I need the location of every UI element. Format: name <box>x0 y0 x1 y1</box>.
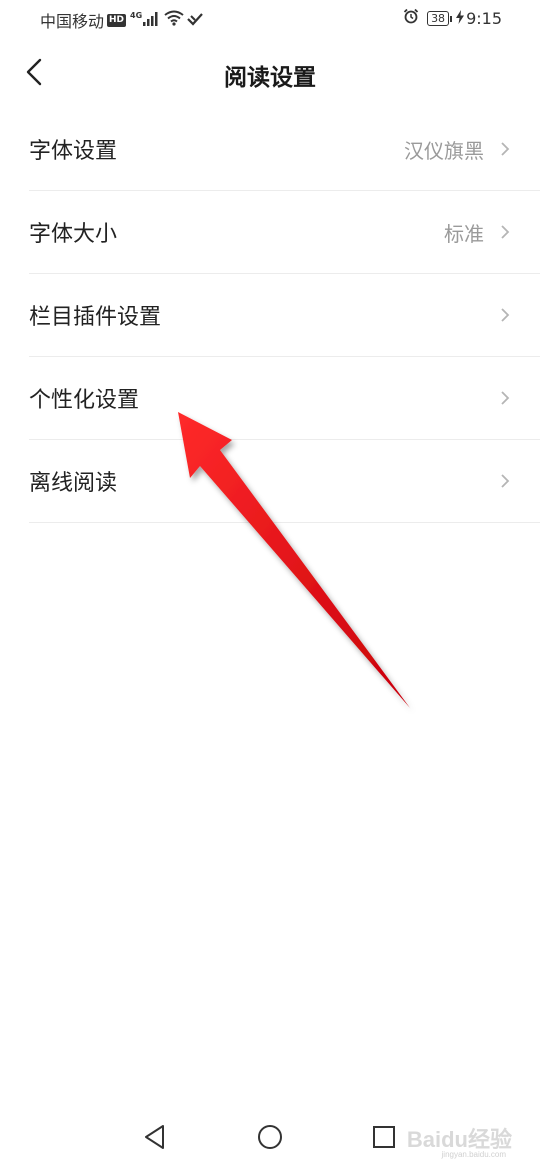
status-left: 中国移动 HD 4G <box>40 8 203 32</box>
carrier-name: 中国移动 <box>40 12 105 31</box>
hd-badge: HD <box>107 13 127 27</box>
settings-item-label: 离线阅读 <box>29 471 118 496</box>
settings-item-column-plugins[interactable]: 栏目插件设置 <box>29 274 540 357</box>
chevron-right-icon <box>498 224 512 240</box>
status-right: 38 9:15 <box>403 8 502 28</box>
charging-icon <box>456 9 465 28</box>
signal-icon <box>143 11 159 30</box>
alarm-icon <box>403 8 419 28</box>
settings-item-personalization[interactable]: 个性化设置 <box>29 357 540 440</box>
wifi-icon <box>164 10 184 30</box>
settings-item-offline-reading[interactable]: 离线阅读 <box>29 440 540 523</box>
nav-home-icon <box>256 1123 284 1155</box>
page-header: 阅读设置 <box>0 40 540 108</box>
nav-back-icon <box>143 1124 167 1154</box>
chevron-right-icon <box>498 473 512 489</box>
nav-recent-button[interactable] <box>369 1124 399 1154</box>
settings-item-font[interactable]: 字体设置 汉仪旗黑 <box>29 108 540 191</box>
settings-item-label: 字体大小 <box>29 222 118 247</box>
settings-item-font-size[interactable]: 字体大小 标准 <box>29 191 540 274</box>
chevron-right-icon <box>498 390 512 406</box>
nav-recent-icon <box>371 1124 397 1154</box>
settings-item-label: 栏目插件设置 <box>29 305 162 330</box>
watermark-url: jingyan.baidu.com <box>441 1150 506 1159</box>
network-type: 4G <box>130 10 143 20</box>
battery-indicator: 38 <box>427 10 453 26</box>
settings-item-label: 个性化设置 <box>29 388 140 413</box>
chevron-right-icon <box>498 307 512 323</box>
settings-list: 字体设置 汉仪旗黑 字体大小 标准 栏目插件设置 个性化设置 离线阅读 <box>0 108 540 523</box>
nav-back-button[interactable] <box>140 1124 170 1154</box>
chevron-right-icon <box>498 141 512 157</box>
page-title: 阅读设置 <box>224 65 316 91</box>
status-bar: 中国移动 HD 4G 38 9:15 <box>0 0 540 38</box>
hd-voice-icon <box>187 11 203 30</box>
settings-item-value: 汉仪旗黑 <box>404 138 484 163</box>
nav-home-button[interactable] <box>255 1124 285 1154</box>
settings-item-value: 标准 <box>444 221 484 246</box>
clock-time: 9:15 <box>466 8 502 28</box>
settings-item-label: 字体设置 <box>29 139 118 164</box>
